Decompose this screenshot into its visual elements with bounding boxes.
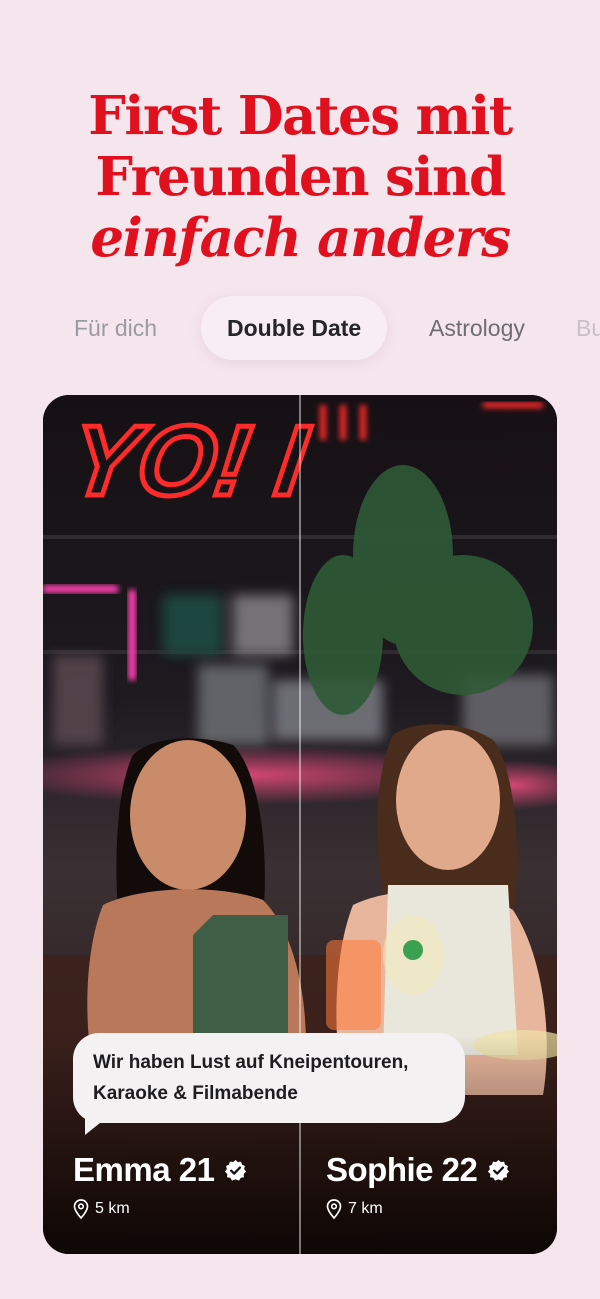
tab-bu[interactable]: Bu (576, 296, 600, 360)
person-emma[interactable]: Emma 21 5 km (73, 1151, 247, 1219)
prompt-text: Wir haben Lust auf Kneipentouren, Karaok… (93, 1052, 409, 1104)
location-pin-icon (326, 1199, 342, 1219)
prompt-bubble: Wir haben Lust auf Kneipentouren, Karaok… (73, 1033, 465, 1135)
tab-double-date[interactable]: Double Date (201, 296, 388, 360)
headline-line-1: First Dates mit (88, 85, 513, 147)
person-distance: 7 km (348, 1200, 383, 1217)
person-sophie[interactable]: Sophie 22 7 km (326, 1151, 510, 1219)
tab-astrology[interactable]: Astrology (429, 296, 525, 360)
bubble-tail (85, 1119, 105, 1135)
photo-divider (299, 395, 301, 1254)
headline-line-2: Freunden sind (95, 146, 506, 208)
neon-sign: YO! I (64, 405, 315, 516)
verified-badge-icon (488, 1159, 510, 1181)
location-pin-icon (73, 1199, 89, 1219)
headline-line-3: einfach anders (90, 207, 511, 269)
category-tabs: Für dich Double Date Astrology Bu (0, 296, 600, 360)
headline: First Dates mit Freunden sind einfach an… (0, 86, 600, 269)
tab-fuer-dich[interactable]: Für dich (74, 296, 157, 360)
double-date-card[interactable]: YO! I Wir haben Lust auf Kneipentouren, … (43, 395, 557, 1254)
person-distance: 5 km (95, 1200, 130, 1217)
person-name: Emma 21 (73, 1151, 215, 1188)
person-name: Sophie 22 (326, 1151, 478, 1188)
verified-badge-icon (225, 1159, 247, 1181)
